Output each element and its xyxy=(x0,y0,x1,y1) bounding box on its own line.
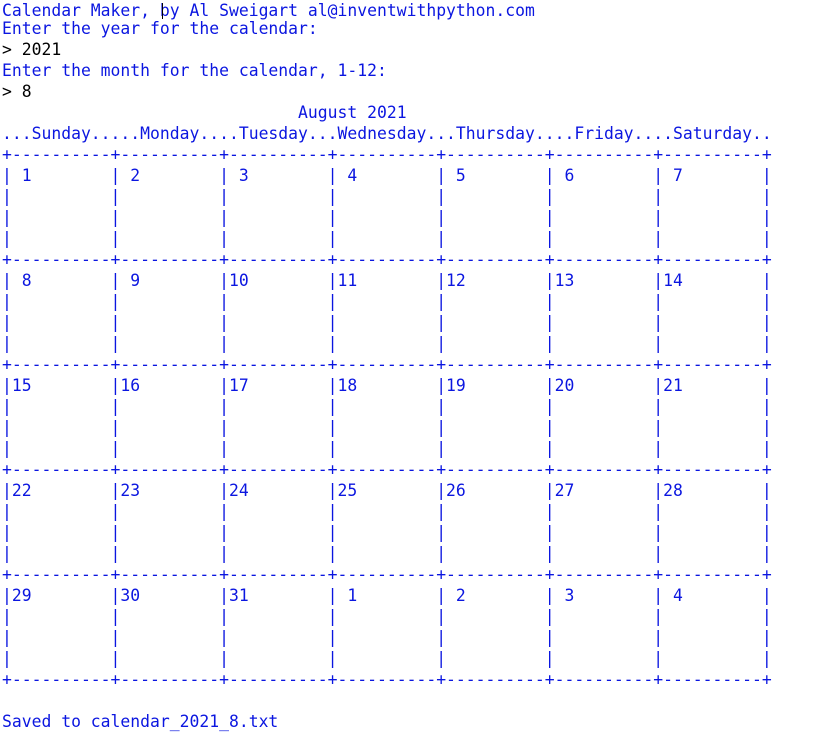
text-cursor xyxy=(162,3,163,19)
blank-row: | | | | | | | | xyxy=(2,523,772,542)
grid-separator: +----------+----------+----------+------… xyxy=(2,250,772,269)
blank-row: | | | | | | | | xyxy=(2,313,772,332)
calendar-title: August 2021 xyxy=(2,103,407,122)
saved-message: Saved to calendar_2021_8.txt xyxy=(2,712,279,731)
week-row-5: |29 |30 |31 | 1 | 2 | 3 | 4 | xyxy=(2,586,772,605)
blank-row: | | | | | | | | xyxy=(2,229,772,248)
blank-row: | | | | | | | | xyxy=(2,439,772,458)
blank-row: | | | | | | | | xyxy=(2,334,772,353)
month-input: > 8 xyxy=(2,82,32,101)
grid-separator: +----------+----------+----------+------… xyxy=(2,145,772,164)
terminal-output[interactable]: Calendar Maker, by Al Sweigart al@invent… xyxy=(2,0,811,740)
blank-row: | | | | | | | | xyxy=(2,208,772,227)
blank-row: | | | | | | | | xyxy=(2,544,772,563)
week-row-4: |22 |23 |24 |25 |26 |27 |28 | xyxy=(2,481,772,500)
blank-row: | | | | | | | | xyxy=(2,502,772,521)
grid-separator: +----------+----------+----------+------… xyxy=(2,355,772,374)
month-prompt: Enter the month for the calendar, 1-12: xyxy=(2,61,387,80)
blank-row: | | | | | | | | xyxy=(2,418,772,437)
weekday-header: ...Sunday.....Monday....Tuesday...Wednes… xyxy=(2,124,772,143)
blank-row: | | | | | | | | xyxy=(2,649,772,668)
blank-row: | | | | | | | | xyxy=(2,292,772,311)
grid-separator: +----------+----------+----------+------… xyxy=(2,460,772,479)
grid-separator: +----------+----------+----------+------… xyxy=(2,670,772,689)
year-input: > 2021 xyxy=(2,40,62,59)
year-prompt: Enter the year for the calendar: xyxy=(2,19,318,38)
blank-row: | | | | | | | | xyxy=(2,187,772,206)
blank-row: | | | | | | | | xyxy=(2,397,772,416)
grid-separator: +----------+----------+----------+------… xyxy=(2,565,772,584)
week-row-3: |15 |16 |17 |18 |19 |20 |21 | xyxy=(2,376,772,395)
blank-row: | | | | | | | | xyxy=(2,628,772,647)
week-row-2: | 8 | 9 |10 |11 |12 |13 |14 | xyxy=(2,271,772,290)
blank-row: | | | | | | | | xyxy=(2,607,772,626)
week-row-1: | 1 | 2 | 3 | 4 | 5 | 6 | 7 | xyxy=(2,166,772,185)
